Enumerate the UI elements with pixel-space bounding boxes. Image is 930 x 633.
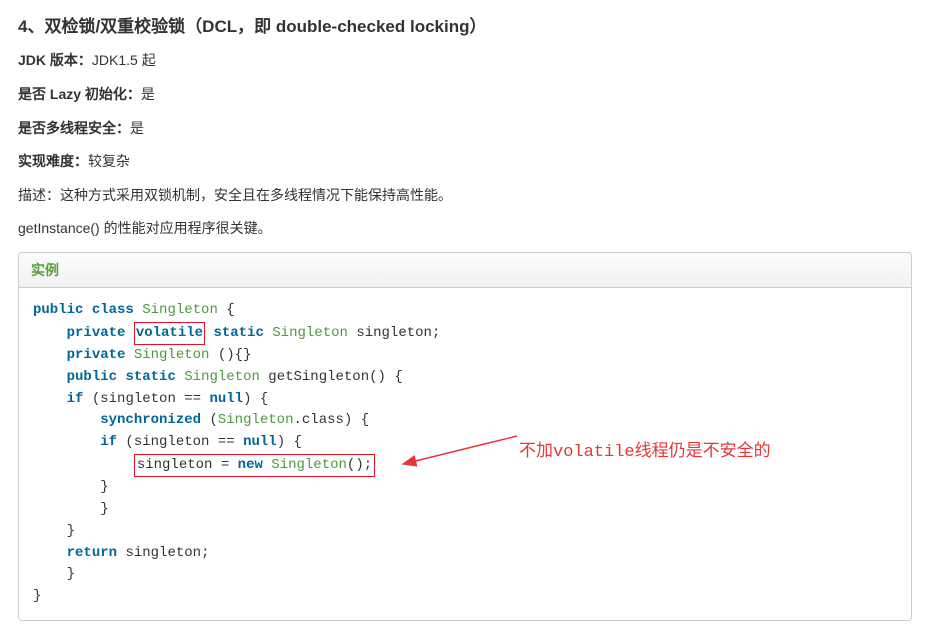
section-heading: 4、双检锁/双重校验锁（DCL，即 double-checked locking… xyxy=(18,12,912,37)
id-singleton: singleton xyxy=(356,325,432,341)
meta-jdk: JDK 版本：JDK1.5 起 xyxy=(18,49,912,73)
kw-volatile: volatile xyxy=(136,325,203,341)
kw-if: if xyxy=(67,391,84,407)
cls-singleton: Singleton xyxy=(134,347,210,363)
id-singleton: singleton xyxy=(134,434,210,450)
kw-new: new xyxy=(238,457,263,473)
note: getInstance() 的性能对应用程序很关键。 xyxy=(18,218,912,238)
meta-lazy-label: 是否 Lazy 初始化： xyxy=(18,86,141,102)
meta-jdk-label: JDK 版本： xyxy=(18,52,92,68)
annotation-after: 线程仍是不安全的 xyxy=(635,441,771,460)
example-header: 实例 xyxy=(19,253,911,288)
code-area: public class Singleton { private volatil… xyxy=(19,288,911,620)
kw-private: private xyxy=(67,347,126,363)
kw-public: public xyxy=(67,369,117,385)
kw-null: null xyxy=(243,434,277,450)
kw-static: static xyxy=(213,325,263,341)
cls-singleton: Singleton xyxy=(218,412,294,428)
instantiation-highlight-box: singleton = new Singleton(); xyxy=(134,454,375,478)
meta-difficulty-value: 较复杂 xyxy=(88,153,130,169)
id-singleton: singleton xyxy=(100,391,176,407)
kw-if: if xyxy=(100,434,117,450)
meta-thread: 是否多线程安全：是 xyxy=(18,117,912,141)
kw-null: null xyxy=(209,391,243,407)
meta-lazy: 是否 Lazy 初始化：是 xyxy=(18,83,912,107)
desc-label: 描述： xyxy=(18,187,60,203)
dot-class: .class xyxy=(293,412,343,428)
id-singleton: singleton xyxy=(137,457,213,473)
kw-synchronized: synchronized xyxy=(100,412,201,428)
kw-public: public xyxy=(33,302,83,318)
volatile-highlight-box: volatile xyxy=(134,322,205,346)
cls-singleton: Singleton xyxy=(142,302,218,318)
meta-thread-label: 是否多线程安全： xyxy=(18,120,130,136)
desc-text: 这种方式采用双锁机制，安全且在多线程情况下能保持高性能。 xyxy=(60,187,452,203)
meta-thread-value: 是 xyxy=(130,120,144,136)
cls-singleton: Singleton xyxy=(184,369,260,385)
annotation-text: 不加volatile线程仍是不安全的 xyxy=(519,436,771,462)
kw-return: return xyxy=(67,545,117,561)
cls-singleton: Singleton xyxy=(272,325,348,341)
description: 描述：这种方式采用双锁机制，安全且在多线程情况下能保持高性能。 xyxy=(18,184,912,208)
meta-lazy-value: 是 xyxy=(141,86,155,102)
kw-static: static xyxy=(125,369,175,385)
meta-jdk-value: JDK1.5 起 xyxy=(92,52,156,68)
kw-class: class xyxy=(92,302,134,318)
fn-getsingleton: getSingleton xyxy=(268,369,369,385)
id-singleton: singleton xyxy=(125,545,201,561)
example-box: 实例 public class Singleton { private vola… xyxy=(18,252,912,621)
meta-difficulty: 实现难度：较复杂 xyxy=(18,150,912,174)
meta-difficulty-label: 实现难度： xyxy=(18,153,88,169)
cls-singleton: Singleton xyxy=(271,457,347,473)
annotation-before: 不加 xyxy=(519,441,553,460)
kw-private: private xyxy=(67,325,126,341)
annotation-code-word: volatile xyxy=(553,443,635,462)
